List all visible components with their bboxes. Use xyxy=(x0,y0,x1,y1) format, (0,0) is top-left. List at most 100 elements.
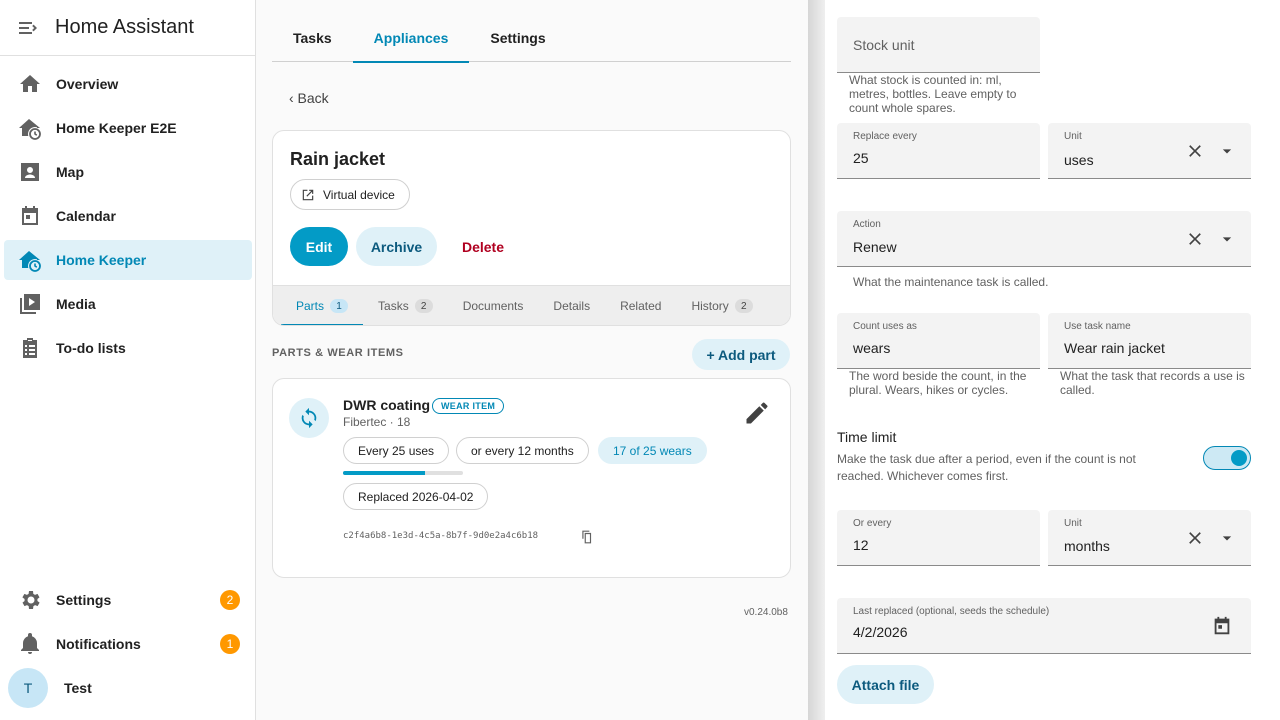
field-value: Wear rain jacket xyxy=(1064,340,1165,356)
sidebar-item-home-keeper[interactable]: Home Keeper xyxy=(4,240,252,280)
chevron-down-icon[interactable] xyxy=(1217,141,1237,161)
field-label: Unit xyxy=(1064,518,1082,529)
or-every-field[interactable]: Or every 12 xyxy=(837,510,1040,566)
subtab-parts[interactable]: Parts 1 xyxy=(281,286,364,325)
subtab-tasks[interactable]: Tasks 2 xyxy=(363,286,448,325)
count-badge: 2 xyxy=(414,299,433,313)
notifications-badge: 1 xyxy=(220,634,240,654)
field-value: months xyxy=(1064,538,1110,554)
field-value: 4/2/2026 xyxy=(853,624,908,640)
sidebar-item-home-keeper-e2e[interactable]: Home Keeper E2E xyxy=(4,108,252,148)
part-id: c2f4a6b8-1e3d-4c5a-8b7f-9d0e2a4c6b18 xyxy=(343,531,539,541)
use-task-name-helper: What the task that records a use is call… xyxy=(1060,369,1245,397)
close-icon[interactable] xyxy=(1185,229,1205,249)
time-unit-select[interactable]: Unit months xyxy=(1048,510,1251,566)
stock-unit-placeholder: Stock unit xyxy=(853,37,915,53)
appliance-actions: Edit Archive Delete xyxy=(290,227,521,266)
sidebar-item-label: Home Keeper xyxy=(56,252,147,268)
bell-icon xyxy=(18,632,42,656)
tab-appliances[interactable]: Appliances xyxy=(352,14,470,63)
sidebar-item-todo-lists[interactable]: To-do lists xyxy=(4,328,252,368)
field-label: Last replaced (optional, seeds the sched… xyxy=(853,606,1050,617)
home-clock-icon xyxy=(18,116,42,140)
count-badge: 2 xyxy=(734,299,753,313)
use-task-name-field[interactable]: Use task name Wear rain jacket xyxy=(1048,313,1251,369)
part-name: DWR coating xyxy=(343,397,431,413)
sidebar: Home Assistant Overview Home Keeper E2E … xyxy=(0,0,256,720)
map-person-icon xyxy=(18,160,42,184)
subtab-documents[interactable]: Documents xyxy=(448,286,539,325)
close-icon[interactable] xyxy=(1185,141,1205,161)
user-profile[interactable]: T Test xyxy=(8,668,92,708)
replace-every-field[interactable]: Replace every 25 xyxy=(837,123,1040,179)
usage-progress-fill xyxy=(343,471,425,475)
add-part-button[interactable]: + Add part xyxy=(692,339,790,370)
appliance-sub-tabs: Parts 1 Tasks 2 Documents Details Related … xyxy=(273,285,790,325)
appliance-card: Rain jacket Virtual device Edit Archive … xyxy=(272,130,791,326)
pencil-icon[interactable] xyxy=(743,399,771,427)
calendar-icon[interactable] xyxy=(1211,615,1233,637)
sidebar-item-label: Calendar xyxy=(56,208,116,224)
field-value: 12 xyxy=(853,537,869,553)
chevron-down-icon[interactable] xyxy=(1217,528,1237,548)
time-limit-toggle[interactable] xyxy=(1203,446,1251,470)
sidebar-item-label: Home Keeper E2E xyxy=(56,120,177,136)
subtab-label: History xyxy=(691,299,729,313)
field-label: Replace every xyxy=(853,131,917,142)
subtab-label: Tasks xyxy=(378,299,409,313)
attach-file-button[interactable]: Attach file xyxy=(837,665,934,704)
action-select[interactable]: Action Renew xyxy=(837,211,1251,267)
close-icon[interactable] xyxy=(1185,528,1205,548)
count-uses-as-field[interactable]: Count uses as wears xyxy=(837,313,1040,369)
subtab-details[interactable]: Details xyxy=(538,286,605,325)
stock-unit-helper: What stock is counted in: ml, metres, bo… xyxy=(849,73,1017,115)
appliance-name: Rain jacket xyxy=(290,149,386,169)
parts-section-label: PARTS & WEAR ITEMS xyxy=(272,347,404,359)
top-tabs: Tasks Appliances Settings xyxy=(272,14,791,63)
sidebar-item-label: Notifications xyxy=(56,636,141,652)
settings-badge: 2 xyxy=(220,590,240,610)
media-play-icon xyxy=(18,292,42,316)
subtab-label: Documents xyxy=(462,299,524,313)
copy-icon[interactable] xyxy=(580,530,594,544)
field-label: Count uses as xyxy=(853,321,917,332)
stock-unit-field[interactable]: Stock unit xyxy=(837,17,1040,73)
subtab-label: Related xyxy=(620,299,662,313)
last-replaced-field[interactable]: Last replaced (optional, seeds the sched… xyxy=(837,598,1251,654)
tab-settings[interactable]: Settings xyxy=(469,14,566,62)
dialog-scrollbar[interactable] xyxy=(1264,0,1280,720)
sidebar-item-calendar[interactable]: Calendar xyxy=(4,196,252,236)
sidebar-item-notifications[interactable]: Notifications 1 xyxy=(4,624,252,664)
replace-unit-select[interactable]: Unit uses xyxy=(1048,123,1251,179)
sidebar-item-overview[interactable]: Overview xyxy=(4,64,252,104)
tab-tasks[interactable]: Tasks xyxy=(272,14,353,62)
device-chip[interactable]: Virtual device xyxy=(290,179,410,210)
usage-progress-bar xyxy=(343,471,463,475)
interval-months-chip: or every 12 months xyxy=(456,437,589,464)
menu-collapse-icon[interactable] xyxy=(16,16,40,40)
field-label: Or every xyxy=(853,518,892,529)
delete-button[interactable]: Delete xyxy=(445,227,521,266)
action-helper: What the maintenance task is called. xyxy=(853,275,1049,289)
chevron-down-icon[interactable] xyxy=(1217,229,1237,249)
subtab-related[interactable]: Related xyxy=(605,286,676,325)
archive-button[interactable]: Archive xyxy=(356,227,437,266)
edit-button[interactable]: Edit xyxy=(290,227,348,266)
count-uses-as-helper: The word beside the count, in the plural… xyxy=(849,369,1027,397)
field-label: Action xyxy=(853,219,881,230)
sidebar-item-media[interactable]: Media xyxy=(4,284,252,324)
clipboard-list-icon xyxy=(18,336,42,360)
sidebar-header: Home Assistant xyxy=(0,0,255,56)
part-card: DWR coating WEAR ITEM Fibertec · 18 Ever… xyxy=(272,378,791,578)
field-value: wears xyxy=(853,340,891,356)
replaced-chip: Replaced 2026-04-02 xyxy=(343,483,489,510)
back-link[interactable]: ‹ Back xyxy=(289,90,329,106)
part-subtitle: Fibertec · 18 xyxy=(343,415,411,429)
version-label: v0.24.0b8 xyxy=(744,607,788,618)
count-badge: 1 xyxy=(330,299,349,313)
device-chip-label: Virtual device xyxy=(323,187,395,202)
field-value: uses xyxy=(1064,152,1094,168)
subtab-history[interactable]: History 2 xyxy=(676,286,767,325)
sidebar-item-settings[interactable]: Settings 2 xyxy=(4,580,252,620)
sidebar-item-map[interactable]: Map xyxy=(4,152,252,192)
